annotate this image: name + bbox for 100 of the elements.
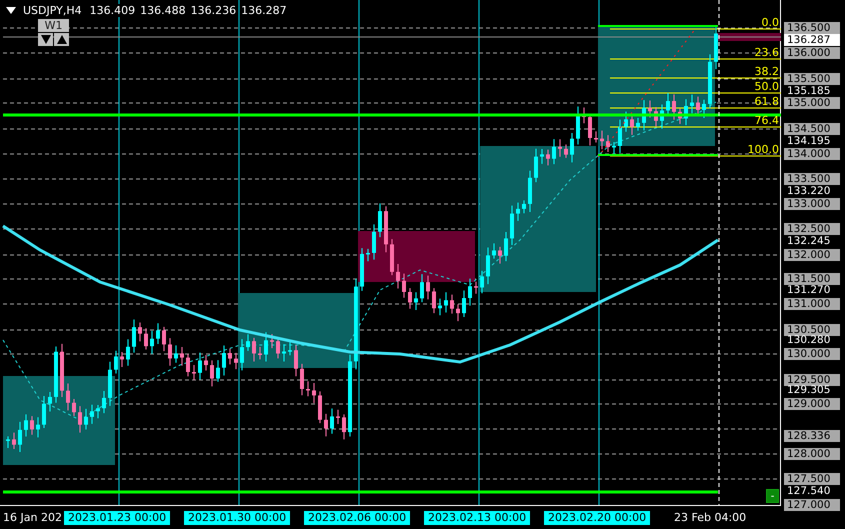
dropdown-triangle-icon[interactable] bbox=[6, 7, 16, 14]
candlestick bbox=[630, 114, 634, 136]
candlestick bbox=[84, 408, 88, 430]
candlestick bbox=[246, 334, 250, 352]
price-label: 129.000 bbox=[784, 398, 840, 410]
symbol-label: USDJPY,H4 bbox=[23, 4, 82, 17]
candlestick bbox=[390, 238, 394, 276]
candlestick bbox=[582, 107, 586, 124]
ohlc-price: 136.409 bbox=[90, 4, 136, 17]
timeframe-up-button[interactable] bbox=[54, 33, 69, 46]
candlestick bbox=[270, 334, 274, 349]
fibonacci-level-label: 0.0 bbox=[762, 16, 779, 29]
candlestick bbox=[366, 248, 370, 262]
candlestick bbox=[12, 432, 16, 450]
candlestick bbox=[420, 274, 424, 303]
price-label: 131.000 bbox=[784, 298, 840, 310]
candlestick bbox=[6, 436, 10, 448]
price-label: 130.280 bbox=[786, 334, 832, 346]
candlestick bbox=[564, 144, 568, 158]
candlestick bbox=[636, 117, 640, 132]
candlestick bbox=[264, 332, 268, 362]
candlestick bbox=[138, 322, 142, 342]
candlestick bbox=[66, 382, 70, 411]
candlestick bbox=[540, 148, 544, 164]
candlestick bbox=[426, 275, 430, 300]
candlestick bbox=[282, 344, 286, 362]
candlestick bbox=[690, 94, 694, 114]
fibonacci-level-label: 76.4 bbox=[754, 114, 779, 127]
candlestick bbox=[534, 148, 538, 183]
candlestick bbox=[618, 119, 622, 154]
candlestick bbox=[444, 292, 448, 313]
candlestick bbox=[126, 338, 130, 366]
candlestick bbox=[252, 337, 256, 362]
candlestick bbox=[192, 364, 196, 381]
candlestick bbox=[498, 246, 502, 264]
price-label: 128.336 bbox=[784, 430, 840, 442]
candlestick bbox=[456, 304, 460, 322]
candlestick bbox=[414, 292, 418, 310]
candlestick bbox=[168, 338, 172, 366]
price-label: 136.000 bbox=[784, 47, 840, 59]
price-label: 129.500 bbox=[784, 374, 840, 386]
timeframe-button[interactable]: W1 bbox=[38, 19, 69, 32]
candlestick bbox=[642, 100, 646, 131]
price-label: 133.000 bbox=[784, 198, 840, 210]
price-label: 127.500 bbox=[784, 473, 840, 485]
candlestick bbox=[324, 413, 328, 437]
candlestick bbox=[150, 330, 154, 355]
price-label: 132.245 bbox=[786, 235, 832, 247]
candlestick bbox=[18, 421, 22, 452]
candlestick bbox=[132, 319, 136, 354]
price-label: 135.185 bbox=[786, 85, 832, 97]
candlestick bbox=[396, 264, 400, 290]
candlestick bbox=[570, 132, 574, 163]
candlestick bbox=[402, 273, 406, 298]
price-label: 136.287 bbox=[784, 34, 840, 46]
candlestick bbox=[330, 408, 334, 434]
price-label: 132.500 bbox=[784, 223, 840, 235]
candlestick bbox=[666, 92, 670, 114]
candlestick bbox=[372, 224, 376, 260]
candlestick bbox=[504, 232, 508, 262]
price-label: 133.220 bbox=[786, 185, 832, 197]
fibonacci-level-label: 61.8 bbox=[754, 95, 779, 108]
fibonacci-level-label: 23.6 bbox=[754, 46, 779, 59]
price-label: 131.270 bbox=[786, 284, 832, 296]
candlestick bbox=[558, 138, 562, 158]
candlestick bbox=[576, 106, 580, 145]
candlestick bbox=[714, 25, 718, 70]
candlestick bbox=[552, 138, 556, 165]
candlestick bbox=[408, 288, 412, 310]
candlestick bbox=[306, 380, 310, 397]
candlestick bbox=[54, 346, 58, 404]
candlestick bbox=[480, 270, 484, 294]
price-label: 135.000 bbox=[784, 97, 840, 109]
candlestick bbox=[648, 100, 652, 118]
chart-shift-button[interactable]: - bbox=[766, 489, 779, 503]
candlestick bbox=[216, 360, 220, 382]
candlestick bbox=[438, 298, 442, 316]
candlestick bbox=[102, 390, 106, 414]
price-label: 131.500 bbox=[784, 273, 840, 285]
candlestick bbox=[24, 414, 28, 438]
candlestick bbox=[708, 54, 712, 109]
time-label: 16 Jan 202 bbox=[3, 511, 62, 525]
candlestick bbox=[600, 130, 604, 150]
price-label: 127.000 bbox=[784, 499, 840, 511]
price-label: 134.000 bbox=[784, 148, 840, 160]
candlestick bbox=[522, 200, 526, 214]
candlestick bbox=[432, 288, 436, 314]
candlestick bbox=[162, 326, 166, 352]
candlestick bbox=[300, 363, 304, 396]
timeframe-down-button[interactable] bbox=[38, 33, 53, 46]
candlestick bbox=[120, 352, 124, 368]
ohlc-price: 136.236 bbox=[190, 4, 236, 17]
price-label: 132.000 bbox=[784, 249, 840, 261]
candlestick bbox=[594, 130, 598, 143]
candlestick bbox=[378, 202, 382, 238]
price-label: 134.195 bbox=[786, 135, 832, 147]
candlestick bbox=[90, 404, 94, 424]
price-label: 127.540 bbox=[786, 485, 832, 497]
price-label: 128.000 bbox=[784, 448, 840, 460]
candlestick bbox=[510, 205, 514, 246]
